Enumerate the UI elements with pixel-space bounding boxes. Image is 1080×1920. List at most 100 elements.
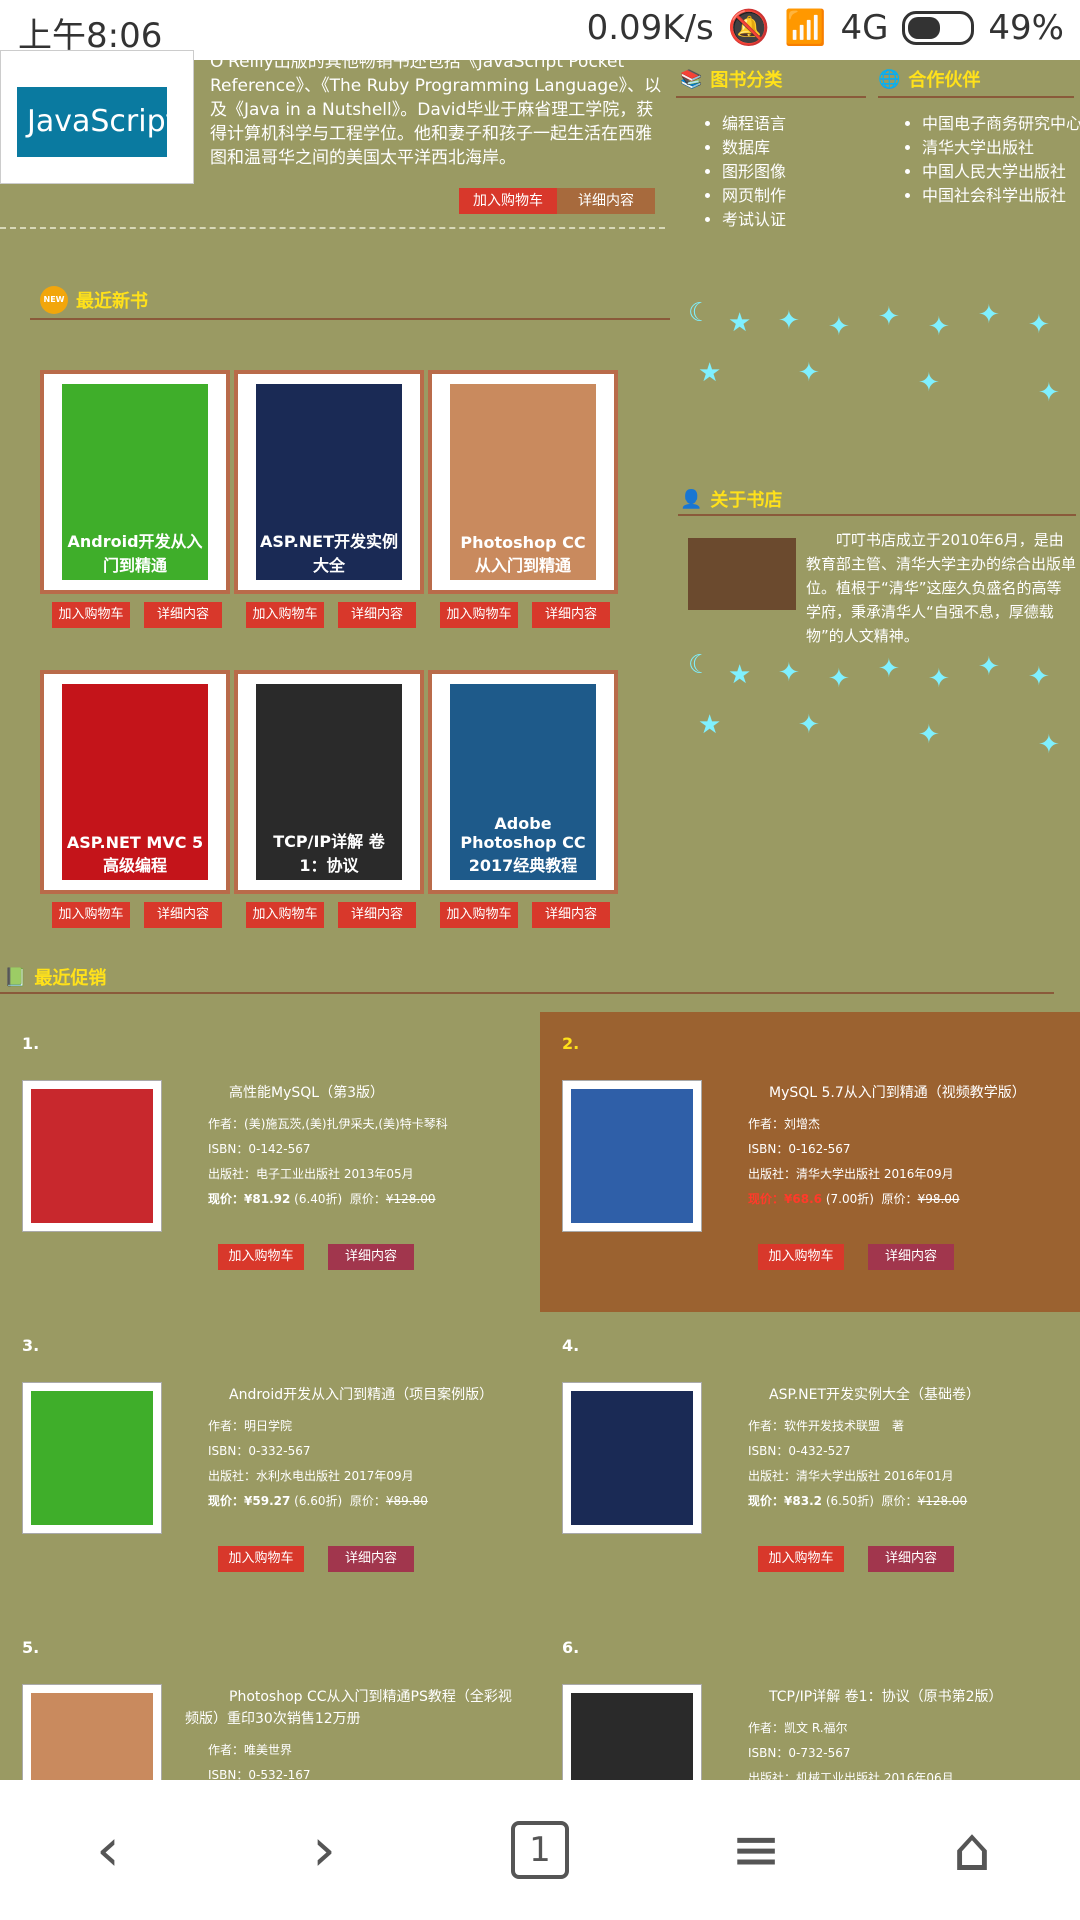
promo-title[interactable]: Android开发从入门到精通（项目案例版） bbox=[185, 1384, 525, 1406]
add-cart-button[interactable]: 加入购物车 bbox=[246, 602, 324, 628]
promo-cover[interactable] bbox=[22, 1080, 162, 1232]
categories-header: 📚 图书分类 bbox=[680, 66, 782, 92]
divider bbox=[0, 992, 1054, 994]
book-cover[interactable]: TCP/IP详解 卷1：协议 bbox=[234, 670, 424, 894]
partner-item[interactable]: 中国社会科学出版社 bbox=[922, 184, 1080, 208]
promo-author: 作者：明日学院 bbox=[208, 1419, 293, 1433]
book-cover[interactable]: Android开发从入门到精通 bbox=[40, 370, 230, 594]
promo-publisher: 出版社：清华大学出版社 2016年01月 bbox=[748, 1469, 954, 1483]
book-title: Android开发从入门到精通 bbox=[67, 532, 203, 575]
promo-number: 5. bbox=[22, 1638, 40, 1657]
person-icon: 👤 bbox=[680, 488, 703, 510]
book-title: TCP/IP详解 卷1：协议 bbox=[273, 832, 385, 875]
details-button[interactable]: 详细内容 bbox=[338, 902, 416, 928]
divider bbox=[676, 96, 866, 98]
add-cart-button[interactable]: 加入购物车 bbox=[758, 1546, 844, 1572]
battery-icon bbox=[902, 11, 975, 45]
menu-icon: ≡ bbox=[730, 1815, 782, 1885]
partners-title: 合作伙伴 bbox=[908, 70, 981, 91]
battery-level: 49% bbox=[988, 8, 1064, 48]
book-title: ASP.NET开发实例大全 bbox=[260, 532, 399, 575]
promo-author: 作者：凯文 R.福尔 bbox=[748, 1721, 848, 1735]
partner-item[interactable]: 清华大学出版社 bbox=[922, 136, 1080, 160]
divider bbox=[0, 227, 665, 229]
details-button[interactable]: 详细内容 bbox=[868, 1244, 954, 1270]
promo-title[interactable]: Photoshop CC从入门到精通PS教程（全彩视频版）重印30次销售12万册 bbox=[185, 1686, 525, 1730]
decoration-stars: ☾ ★ ★ ✦ ✦ ✦ ✦ ✦ ✦ ✦ ✦ ✦ bbox=[688, 650, 1060, 760]
details-button[interactable]: 详细内容 bbox=[557, 188, 655, 214]
category-item[interactable]: 网页制作 bbox=[722, 184, 892, 208]
books-icon: 📚 bbox=[680, 68, 703, 90]
bookstore-photo bbox=[688, 538, 796, 610]
forward-button[interactable]: › bbox=[264, 1790, 384, 1910]
promos-title: 最近促销 bbox=[34, 968, 107, 989]
category-item[interactable]: 考试认证 bbox=[722, 208, 892, 232]
back-button[interactable]: ‹ bbox=[48, 1790, 168, 1910]
details-button[interactable]: 详细内容 bbox=[144, 902, 222, 928]
chevron-left-icon: ‹ bbox=[96, 1815, 120, 1885]
add-cart-button[interactable]: 加入购物车 bbox=[218, 1546, 304, 1572]
promo-cover[interactable] bbox=[562, 1382, 702, 1534]
add-cart-button[interactable]: 加入购物车 bbox=[218, 1244, 304, 1270]
promo-title[interactable]: TCP/IP详解 卷1：协议（原书第2版） bbox=[725, 1686, 1065, 1708]
book-cover[interactable]: Photoshop CC从入门到精通 bbox=[428, 370, 618, 594]
menu-button[interactable]: ≡ bbox=[696, 1790, 816, 1910]
book-cover[interactable]: ASP.NET MVC 5高级编程 bbox=[40, 670, 230, 894]
promo-item: 2. MySQL 5.7从入门到精通（视频教学版） 作者：刘增杰 ISBN：0-… bbox=[540, 1012, 1080, 1312]
promo-title[interactable]: ASP.NET开发实例大全（基础卷） bbox=[725, 1384, 1065, 1406]
partner-item[interactable]: 中国人民大学出版社 bbox=[922, 160, 1080, 184]
promo-isbn: ISBN：0-732-567 bbox=[748, 1746, 851, 1760]
add-cart-button[interactable]: 加入购物车 bbox=[52, 902, 130, 928]
partner-item[interactable]: 中国电子商务研究中心 bbox=[922, 112, 1080, 136]
add-cart-button[interactable]: 加入购物车 bbox=[246, 902, 324, 928]
globe-icon: 🌐 bbox=[878, 68, 901, 90]
promo-title[interactable]: MySQL 5.7从入门到精通（视频教学版） bbox=[725, 1082, 1065, 1104]
add-cart-button[interactable]: 加入购物车 bbox=[758, 1244, 844, 1270]
details-button[interactable]: 详细内容 bbox=[532, 602, 610, 628]
details-button[interactable]: 详细内容 bbox=[144, 602, 222, 628]
book-description: O'Reilly出版的其他畅销书还包括《JavaScript Pocket Re… bbox=[210, 52, 662, 168]
add-cart-button[interactable]: 加入购物车 bbox=[52, 602, 130, 628]
promo-cover[interactable] bbox=[22, 1382, 162, 1534]
browser-nav-bar: ‹ › 1 ≡ ⌂ bbox=[0, 1780, 1080, 1920]
mute-icon: 🔕 bbox=[727, 8, 771, 48]
add-cart-button[interactable]: 加入购物车 bbox=[440, 902, 518, 928]
promo-author: 作者：(美)施瓦茨,(美)扎伊采夫,(美)特卡琴科 bbox=[208, 1117, 448, 1131]
details-button[interactable]: 详细内容 bbox=[328, 1546, 414, 1572]
promo-author: 作者：刘增杰 bbox=[748, 1117, 821, 1131]
promo-item: 3. Android开发从入门到精通（项目案例版） 作者：明日学院 ISBN：0… bbox=[0, 1314, 540, 1614]
add-cart-button[interactable]: 加入购物车 bbox=[459, 188, 557, 214]
category-list: 编程语言数据库图形图像网页制作考试认证 bbox=[702, 112, 892, 232]
book-title: Adobe Photoshop CC 2017经典教程 bbox=[460, 814, 586, 875]
details-button[interactable]: 详细内容 bbox=[532, 902, 610, 928]
add-cart-button[interactable]: 加入购物车 bbox=[440, 602, 518, 628]
details-button[interactable]: 详细内容 bbox=[328, 1244, 414, 1270]
book-cover[interactable]: Adobe Photoshop CC 2017经典教程 bbox=[428, 670, 618, 894]
categories-title: 图书分类 bbox=[710, 70, 783, 91]
details-button[interactable]: 详细内容 bbox=[868, 1546, 954, 1572]
promo-isbn: ISBN：0-142-567 bbox=[208, 1142, 311, 1156]
promo-publisher: 出版社：清华大学出版社 2016年09月 bbox=[748, 1167, 954, 1181]
category-item[interactable]: 编程语言 bbox=[722, 112, 892, 136]
promos-header: 📗 最近促销 bbox=[4, 964, 106, 990]
partners-header: 🌐 合作伙伴 bbox=[878, 66, 980, 92]
promo-number: 3. bbox=[22, 1336, 40, 1355]
promo-item: 1. 高性能MySQL（第3版） 作者：(美)施瓦茨,(美)扎伊采夫,(美)特卡… bbox=[0, 1012, 540, 1312]
tabs-button[interactable]: 1 bbox=[480, 1790, 600, 1910]
category-item[interactable]: 图形图像 bbox=[722, 160, 892, 184]
about-header: 👤 关于书店 bbox=[680, 486, 782, 512]
promo-cover[interactable] bbox=[562, 1080, 702, 1232]
category-item[interactable]: 数据库 bbox=[722, 136, 892, 160]
details-button[interactable]: 详细内容 bbox=[338, 602, 416, 628]
about-text: 叮叮书店成立于2010年6月，是由教育部主管、清华大学主办的综合出版单位。植根于… bbox=[806, 531, 1077, 645]
new-books-header: NEW 最近新书 bbox=[40, 286, 148, 314]
book-cover[interactable]: ASP.NET开发实例大全 bbox=[234, 370, 424, 594]
about-title: 关于书店 bbox=[710, 490, 783, 511]
promo-title[interactable]: 高性能MySQL（第3版） bbox=[185, 1082, 525, 1104]
book-cover-javascript[interactable]: JavaScript bbox=[0, 50, 194, 184]
book-icon: 📗 bbox=[4, 966, 27, 988]
promo-author: 作者：唯美世界 bbox=[208, 1743, 293, 1757]
home-button[interactable]: ⌂ bbox=[912, 1790, 1032, 1910]
promo-number: 2. bbox=[562, 1034, 580, 1053]
promo-isbn: ISBN：0-332-567 bbox=[208, 1444, 311, 1458]
